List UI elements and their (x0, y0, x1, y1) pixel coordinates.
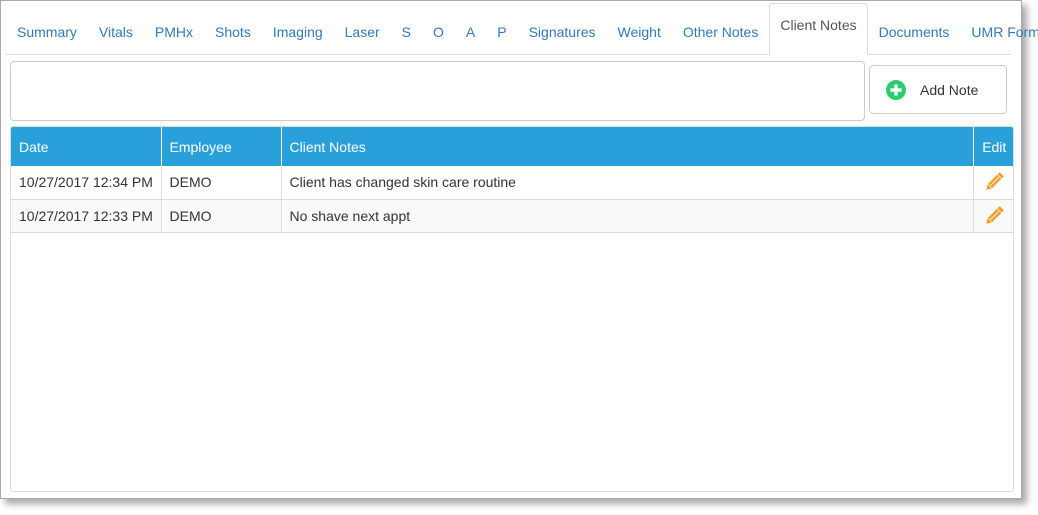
cell-date: 10/27/2017 12:33 PM (11, 199, 162, 233)
tab-a[interactable]: A (455, 10, 486, 55)
tab-imaging[interactable]: Imaging (262, 10, 334, 55)
table-row[interactable]: 10/27/2017 12:34 PM DEMO Client has chan… (11, 166, 1013, 200)
column-header-date[interactable]: Date (11, 127, 162, 166)
plus-circle-icon (886, 79, 906, 100)
tab-p[interactable]: P (486, 10, 517, 55)
table-row[interactable]: 10/27/2017 12:33 PM DEMO No shave next a… (11, 199, 1013, 233)
pencil-icon[interactable] (982, 204, 1006, 228)
column-header-edit: Edit (973, 127, 1013, 166)
client-notes-table-panel: Date Employee Client Notes Edit 10/27/20… (10, 126, 1014, 492)
tab-laser[interactable]: Laser (334, 10, 391, 55)
tab-other-notes[interactable]: Other Notes (672, 10, 769, 55)
tab-client-notes[interactable]: Client Notes (769, 3, 868, 55)
tab-summary[interactable]: Summary (6, 10, 88, 55)
note-input[interactable] (10, 61, 865, 121)
client-notes-table: Date Employee Client Notes Edit 10/27/20… (11, 127, 1013, 233)
tab-weight[interactable]: Weight (607, 10, 672, 55)
column-header-client-notes[interactable]: Client Notes (281, 127, 974, 166)
tab-umr-forms[interactable]: UMR Forms (960, 10, 1038, 55)
client-notes-window: Summary Vitals PMHx Shots Imaging Laser … (0, 0, 1038, 499)
tab-vitals[interactable]: Vitals (88, 10, 144, 55)
tab-shots[interactable]: Shots (204, 10, 262, 55)
pencil-icon[interactable] (982, 170, 1006, 194)
cell-note: No shave next appt (281, 199, 974, 233)
tab-o[interactable]: O (422, 10, 455, 55)
cell-edit (973, 166, 1013, 200)
tab-signatures[interactable]: Signatures (518, 10, 607, 55)
tab-documents[interactable]: Documents (868, 10, 961, 55)
add-note-button[interactable]: Add Note (869, 65, 1007, 114)
table-header-row: Date Employee Client Notes Edit (11, 127, 1013, 166)
cell-employee: DEMO (161, 166, 282, 200)
cell-edit (973, 199, 1013, 233)
cell-note: Client has changed skin care routine (281, 166, 974, 200)
add-note-label: Add Note (920, 81, 979, 98)
cell-employee: DEMO (161, 199, 282, 233)
tab-bar: Summary Vitals PMHx Shots Imaging Laser … (6, 3, 1038, 55)
cell-date: 10/27/2017 12:34 PM (11, 166, 162, 200)
tab-s[interactable]: S (391, 10, 422, 55)
column-header-employee[interactable]: Employee (161, 127, 282, 166)
tab-pmhx[interactable]: PMHx (144, 10, 204, 55)
